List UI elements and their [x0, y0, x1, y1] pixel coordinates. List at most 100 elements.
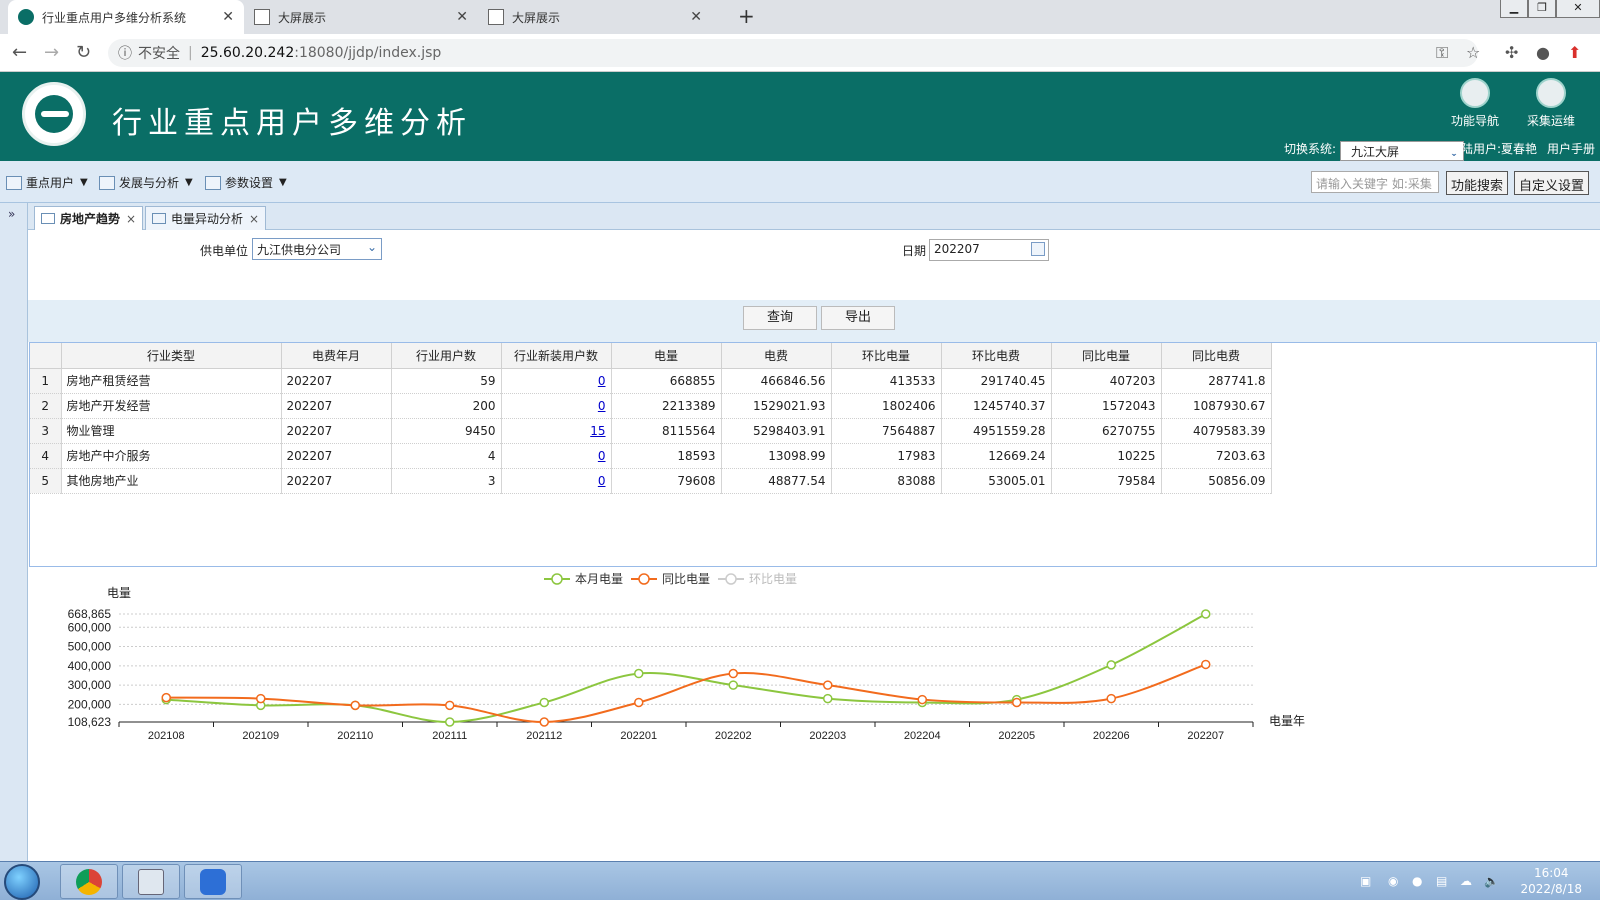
table-cell: 17983: [831, 443, 942, 469]
restore-icon[interactable]: ❐: [1528, 0, 1556, 18]
close-tab-icon[interactable]: ✕: [690, 9, 702, 25]
back-arrow-icon[interactable]: ←: [12, 42, 27, 63]
wps-taskbar-item[interactable]: [184, 864, 242, 899]
function-search-input[interactable]: 请输入关键字 如:采集: [1311, 171, 1439, 193]
site-favicon-icon: [18, 9, 34, 25]
table-row[interactable]: 2 房地产开发经营 202207 200 0 2213389 1529021.93 18024…: [30, 393, 1272, 419]
reload-icon[interactable]: ↻: [76, 42, 91, 63]
column-header[interactable]: 行业用户数: [391, 343, 502, 369]
minimize-icon[interactable]: ▁: [1500, 0, 1528, 18]
table-cell: 7203.63: [1161, 443, 1272, 469]
extensions-icon[interactable]: ✣: [1505, 43, 1518, 62]
tab-power-anomaly[interactable]: 电量异动分析 ×: [145, 206, 267, 230]
tray-network-icon[interactable]: ▣: [1360, 874, 1371, 888]
column-header[interactable]: 环比电量: [831, 343, 942, 369]
custom-settings-button[interactable]: 自定义设置: [1514, 171, 1590, 195]
row-number: 4: [30, 443, 62, 469]
menu-key-users[interactable]: 重点用户 ▼: [6, 174, 88, 191]
table-cell: 1572043: [1051, 393, 1162, 419]
tray-volume-icon[interactable]: 🔈: [1484, 874, 1499, 888]
column-header[interactable]: 电量: [611, 343, 722, 369]
chrome-taskbar-item[interactable]: [60, 864, 118, 899]
calendar-icon[interactable]: [1031, 242, 1045, 256]
browser-tab-dashboard-2[interactable]: 大屏展示 ✕: [478, 0, 712, 34]
function-nav-button[interactable]: 功能导航: [1440, 78, 1510, 129]
line-chart-svg: 668,865600,000 500,000 400,000 300,000 200,0…: [68, 572, 1305, 742]
info-icon[interactable]: ⓘ: [118, 43, 132, 63]
star-icon[interactable]: ☆: [1466, 43, 1480, 62]
menu-parameter-settings[interactable]: 参数设置 ▼: [205, 174, 287, 191]
query-button[interactable]: 查询: [743, 306, 817, 330]
user-manual-link[interactable]: 用户手册: [1547, 140, 1595, 157]
table-cell: 12669.24: [941, 443, 1052, 469]
update-icon[interactable]: ⬆: [1568, 43, 1581, 62]
x-tick-label: 202201: [620, 730, 657, 742]
series-point: [445, 717, 455, 727]
close-tab-icon[interactable]: ✕: [222, 9, 234, 25]
browser-tab-main[interactable]: 行业重点用户多维分析系统 ✕: [8, 0, 244, 34]
clock-time: 16:04: [1533, 866, 1569, 880]
close-tab-icon[interactable]: ✕: [456, 9, 468, 25]
column-header[interactable]: 行业新装用户数: [501, 343, 612, 369]
new-users-link[interactable]: 0: [501, 468, 612, 494]
date-input[interactable]: 202207: [929, 239, 1049, 261]
windows-start-icon[interactable]: [4, 864, 40, 900]
export-button[interactable]: 导出: [821, 306, 895, 330]
nav-icon: [1460, 78, 1490, 108]
series-point: [728, 668, 738, 679]
window-close-icon[interactable]: ✕: [1556, 0, 1600, 18]
key-icon[interactable]: ⚿: [1436, 43, 1448, 63]
expand-sidebar-icon[interactable]: »: [8, 207, 15, 221]
column-header[interactable]: 环比电费: [941, 343, 1052, 369]
taskbar-clock[interactable]: 16:04 2022/8/18: [1520, 865, 1582, 897]
table-row[interactable]: 5 其他房地产业 202207 3 0 79608 48877.54 83088 53005.0…: [30, 468, 1272, 494]
url-field[interactable]: ⓘ 不安全 | 25.60.20.242 :18080/jjdp/index.j…: [108, 39, 1478, 67]
forward-arrow-icon[interactable]: →: [44, 42, 59, 63]
new-users-link[interactable]: 0: [501, 393, 612, 419]
calculator-taskbar-item[interactable]: [122, 864, 180, 899]
new-users-link[interactable]: 0: [501, 443, 612, 469]
profile-icon[interactable]: ●: [1536, 43, 1550, 62]
column-header[interactable]: 电费年月: [281, 343, 392, 369]
table-row[interactable]: 1 房地产租赁经营 202207 59 0 668855 466846.56 413533 29…: [30, 368, 1272, 394]
table-row[interactable]: 4 房地产中介服务 202207 4 0 18593 13098.99 17983 12669.…: [30, 443, 1272, 469]
legend-marker: [638, 573, 650, 585]
function-search-button[interactable]: 功能搜索: [1446, 171, 1509, 195]
column-header[interactable]: 同比电量: [1051, 343, 1162, 369]
left-sidebar: »: [0, 203, 28, 861]
new-users-link[interactable]: 0: [501, 368, 612, 394]
close-icon[interactable]: ×: [126, 212, 136, 226]
switch-system-select[interactable]: 九江大屏 ⌄: [1340, 141, 1464, 161]
collection-ops-button[interactable]: 采集运维: [1516, 78, 1586, 129]
chrome-icon: [76, 869, 102, 895]
close-icon[interactable]: ×: [249, 212, 259, 226]
new-tab-button[interactable]: +: [738, 4, 755, 28]
login-user: 登陆用户:夏春艳: [1449, 142, 1538, 156]
y-axis-label: 电量: [107, 586, 131, 600]
y-tick-label: 600,000: [68, 620, 112, 634]
browser-tab-dashboard-1[interactable]: 大屏展示 ✕: [244, 0, 478, 34]
table-cell: 59: [391, 368, 502, 394]
series-point: [634, 668, 644, 679]
table-cell: 79584: [1051, 468, 1162, 494]
table-cell: 287741.8: [1161, 368, 1272, 394]
y-tick-label: 108,623: [68, 715, 112, 729]
table-row[interactable]: 3 物业管理 202207 9450 15 8115564 5298403.91 756488…: [30, 418, 1272, 444]
table-icon: [41, 213, 55, 224]
new-users-link[interactable]: 15: [501, 418, 612, 444]
tray-weather-icon[interactable]: ☁: [1460, 874, 1472, 888]
series-point: [256, 693, 266, 704]
row-number: 5: [30, 468, 62, 494]
table-cell: 53005.01: [941, 468, 1052, 494]
tray-globe-icon[interactable]: ●: [1412, 874, 1422, 888]
column-header[interactable]: 电费: [721, 343, 832, 369]
tab-real-estate-trend[interactable]: 房地产趋势 ×: [34, 206, 144, 230]
menu-development-analysis[interactable]: 发展与分析 ▼: [99, 174, 193, 191]
column-header[interactable]: 同比电费: [1161, 343, 1272, 369]
supply-unit-select[interactable]: 九江供电分公司 ⌄: [252, 238, 382, 260]
caret-down-icon: ▼: [80, 177, 88, 188]
column-header[interactable]: 行业类型: [61, 343, 282, 369]
tray-security-icon[interactable]: ◉: [1388, 874, 1398, 888]
tray-display-icon[interactable]: ▤: [1436, 874, 1447, 888]
window-controls: ▁ ❐ ✕: [1500, 0, 1600, 18]
